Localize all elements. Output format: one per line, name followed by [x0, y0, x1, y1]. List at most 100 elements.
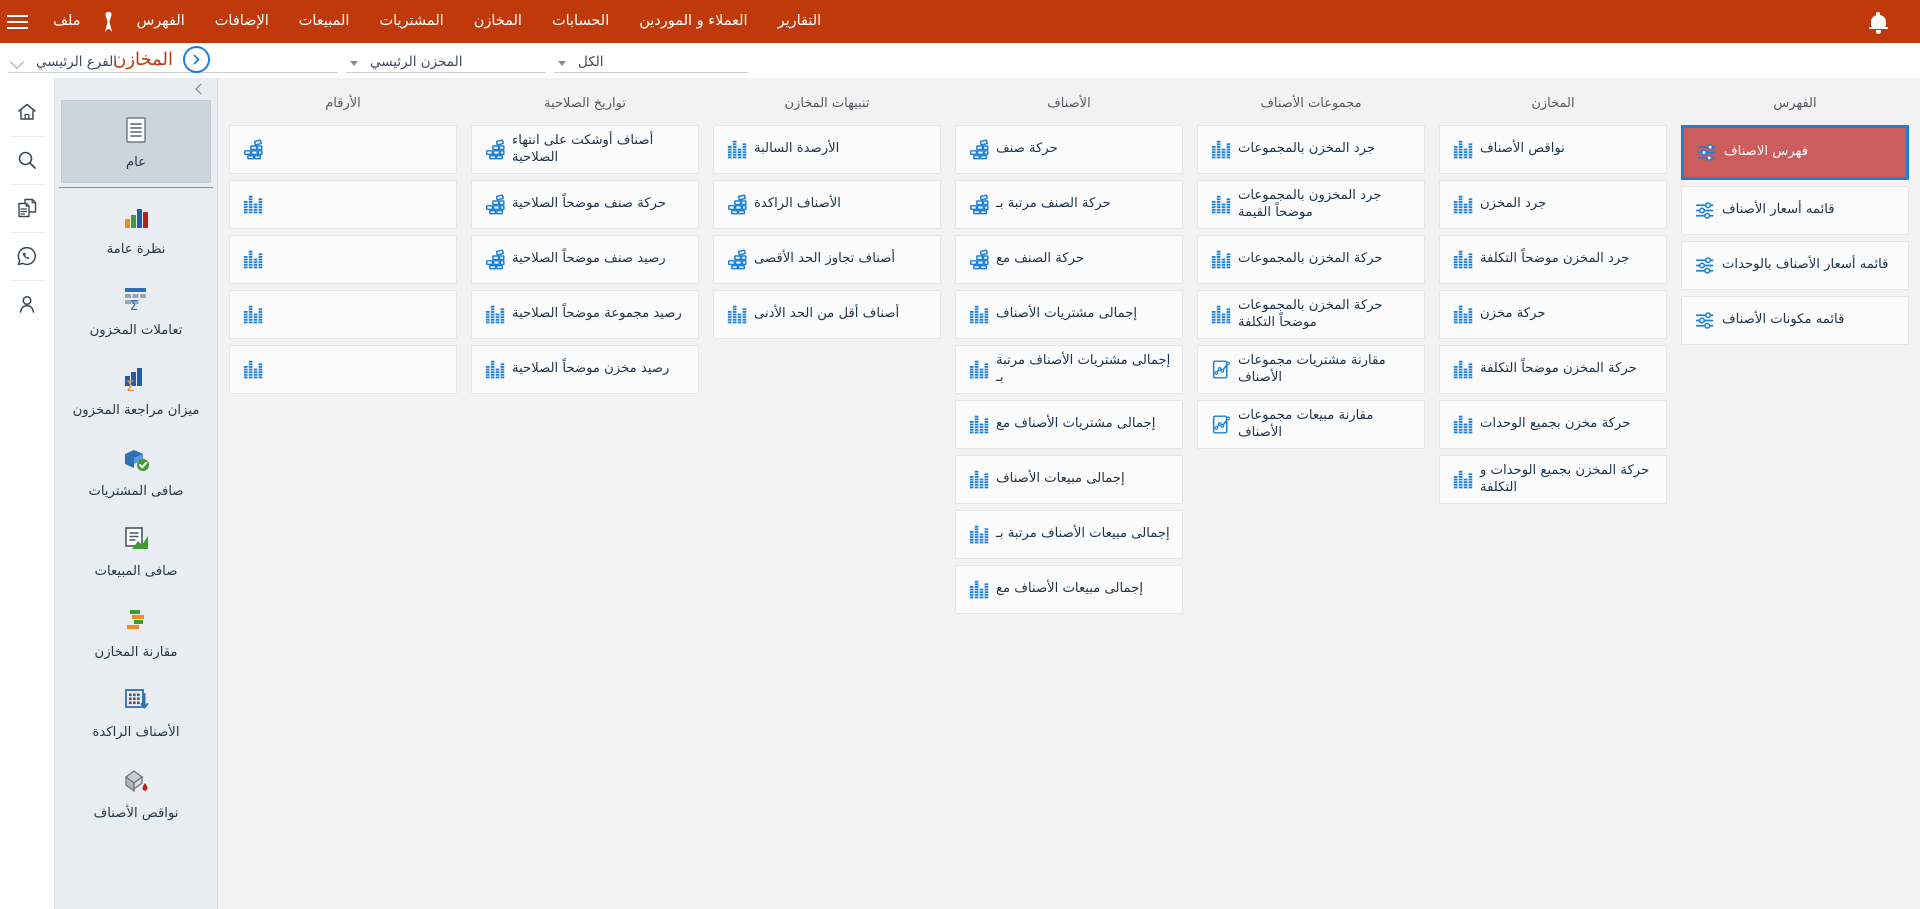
report-column-4: تنبيهات المخازنالأرصدة السالبة الأصناف ا… — [706, 88, 948, 909]
report-card-label: إجمالى مبيعات الأصناف مع — [992, 581, 1172, 598]
nav-item-2[interactable]: الإضافات — [200, 0, 284, 43]
category-item-0[interactable]: عام — [61, 100, 211, 183]
report-card[interactable]: إجمالى مشتريات الأصناف — [955, 290, 1183, 339]
report-card[interactable]: حركة مخزن — [1439, 290, 1667, 339]
report-card-label: إجمالى مبيعات الأصناف مرتبة بـ — [992, 526, 1172, 543]
circle-arrow-icon[interactable] — [183, 46, 210, 73]
category-item-8[interactable]: نواقص الأصناف — [55, 752, 217, 833]
nav-item-0[interactable]: ملف — [38, 0, 96, 43]
report-card[interactable] — [229, 180, 457, 229]
hamburger-menu-icon[interactable] — [0, 0, 34, 43]
nav-item-7[interactable]: العملاء و الموردين — [624, 0, 762, 43]
sliders-icon — [1695, 200, 1716, 221]
ribbon-icon[interactable] — [96, 0, 122, 43]
report-card[interactable]: جرد المخزن بالمجموعات — [1197, 125, 1425, 174]
store-filter[interactable]: المخزن الرئيسي — [346, 50, 546, 73]
report-card[interactable]: حركة المخزن موضحاً التكلفة — [1439, 345, 1667, 394]
category-item-6[interactable]: مقارنة المخازن — [55, 591, 217, 672]
bars-icon — [243, 249, 264, 270]
report-card[interactable] — [229, 125, 457, 174]
documents-icon[interactable] — [0, 184, 55, 232]
notification-bell-button[interactable] — [1850, 0, 1906, 43]
report-card[interactable]: حركة صنف — [955, 125, 1183, 174]
document-chart-icon — [121, 524, 151, 554]
report-card[interactable]: إجمالى مبيعات الأصناف مع — [955, 565, 1183, 614]
report-card[interactable]: أصناف أوشكت على انتهاء الصلاحية — [471, 125, 699, 174]
report-card[interactable]: مقارنة مشتريات مجموعات الأصناف — [1197, 345, 1425, 394]
card-icon-wrap — [482, 194, 508, 215]
report-card[interactable]: إجمالى مبيعات الأصناف مرتبة بـ — [955, 510, 1183, 559]
report-card[interactable]: مقارنة مبيعات مجموعات الأصناف — [1197, 400, 1425, 449]
caret-down-icon — [350, 61, 358, 66]
nav-item-1[interactable]: الفهرس — [122, 0, 200, 43]
report-card[interactable]: رصيد صنف موضحاً الصلاحية — [471, 235, 699, 284]
report-card[interactable]: أصناف أقل من الحد الأدنى — [713, 290, 941, 339]
card-icon-wrap — [240, 304, 266, 325]
report-card[interactable] — [229, 235, 457, 284]
card-icon-wrap — [966, 469, 992, 490]
category-item-7[interactable]: الأصناف الراكدة — [55, 671, 217, 752]
report-card[interactable]: الأرصدة السالبة — [713, 125, 941, 174]
category-item-5[interactable]: صافى المبيعات — [55, 510, 217, 591]
report-card[interactable]: جرد المخزون بالمجموعات موضحاً القيمة — [1197, 180, 1425, 229]
nav-item-4[interactable]: المشتريات — [364, 0, 458, 43]
report-card[interactable]: حركة الصنف مع — [955, 235, 1183, 284]
report-card[interactable]: قائمه مكونات الأصناف — [1681, 296, 1909, 345]
report-card[interactable]: الأصناف الراكدة — [713, 180, 941, 229]
card-icon-wrap — [1450, 414, 1476, 435]
card-icon-wrap — [1692, 255, 1718, 276]
bars-icon — [485, 359, 506, 380]
category-item-2[interactable]: Σتعاملات المخزون — [55, 269, 217, 350]
report-card-selected[interactable]: فهرس الاصناف — [1681, 125, 1909, 180]
report-columns: الفهرس فهرس الاصناف قائمه أسعار الأصناف … — [218, 88, 1920, 909]
nav-item-6[interactable]: الحسابات — [537, 0, 624, 43]
report-card[interactable]: حركة المخزن بجميع الوحدات و التكلفة — [1439, 455, 1667, 504]
report-card[interactable]: جرد المخزن موضحاً التكلفة — [1439, 235, 1667, 284]
bars-icon — [969, 359, 990, 380]
category-icon-wrap — [121, 113, 151, 147]
category-panel-header[interactable] — [55, 78, 217, 100]
search-icon[interactable] — [0, 136, 55, 184]
card-icon-wrap — [1208, 414, 1234, 435]
column-header: مجموعات الأصناف — [1197, 88, 1425, 125]
report-card[interactable]: قائمه أسعار الأصناف بالوحدات — [1681, 241, 1909, 290]
report-card[interactable]: نواقص الأصناف — [1439, 125, 1667, 174]
nav-item-5[interactable]: المخازن — [459, 0, 537, 43]
report-column-6: الأرقام — [222, 88, 464, 909]
category-icon-wrap: Σ — [121, 281, 151, 315]
report-card[interactable]: رصيد مخزن موضحاً الصلاحية — [471, 345, 699, 394]
report-card[interactable]: رصيد مجموعة موضحاً الصلاحية — [471, 290, 699, 339]
report-card[interactable]: حركة المخزن بالمجموعات موضحاً التكلفة — [1197, 290, 1425, 339]
report-card-label: حركة المخزن موضحاً التكلفة — [1476, 361, 1656, 378]
report-card[interactable] — [229, 290, 457, 339]
nav-item-3[interactable]: المبيعات — [284, 0, 365, 43]
report-card[interactable]: إجمالى مشتريات الأصناف مع — [955, 400, 1183, 449]
report-card-label: قائمه أسعار الأصناف بالوحدات — [1718, 257, 1898, 274]
report-column-3: الأصناف حركة صنف حركة الصنف مرتبة بـ — [948, 88, 1190, 909]
table-sigma-icon: Σ — [121, 283, 151, 313]
whatsapp-icon[interactable] — [0, 232, 55, 280]
scope-filter[interactable]: الكل — [554, 50, 749, 73]
chevron-down-icon — [10, 55, 24, 69]
report-card[interactable]: إجمالى مبيعات الأصناف — [955, 455, 1183, 504]
nav-item-8[interactable]: التقارير — [763, 0, 837, 43]
report-card[interactable]: قائمه أسعار الأصناف — [1681, 186, 1909, 235]
column-header: المخازن — [1439, 88, 1667, 125]
report-card[interactable]: حركة المخزن بالمجموعات — [1197, 235, 1425, 284]
card-icon-wrap — [1208, 249, 1234, 270]
report-card[interactable]: حركة مخزن بجميع الوحدات — [1439, 400, 1667, 449]
report-card[interactable]: جرد المخزن — [1439, 180, 1667, 229]
report-card[interactable]: حركة صنف موضحاً الصلاحية — [471, 180, 699, 229]
card-icon-wrap — [240, 359, 266, 380]
card-icon-wrap — [1692, 310, 1718, 331]
category-item-1[interactable]: نظرة عامة — [55, 188, 217, 269]
report-card[interactable] — [229, 345, 457, 394]
bars-icon — [1211, 249, 1232, 270]
home-icon[interactable] — [0, 88, 55, 136]
user-icon[interactable] — [0, 280, 55, 328]
report-card[interactable]: أصناف تجاوز الحد الأقصى — [713, 235, 941, 284]
report-card[interactable]: حركة الصنف مرتبة بـ — [955, 180, 1183, 229]
report-card[interactable]: إجمالى مشتريات الأصناف مرتبة بـ — [955, 345, 1183, 394]
category-item-3[interactable]: Σميزان مراجعة المخزون — [55, 349, 217, 430]
category-item-4[interactable]: صافى المشتريات — [55, 430, 217, 511]
